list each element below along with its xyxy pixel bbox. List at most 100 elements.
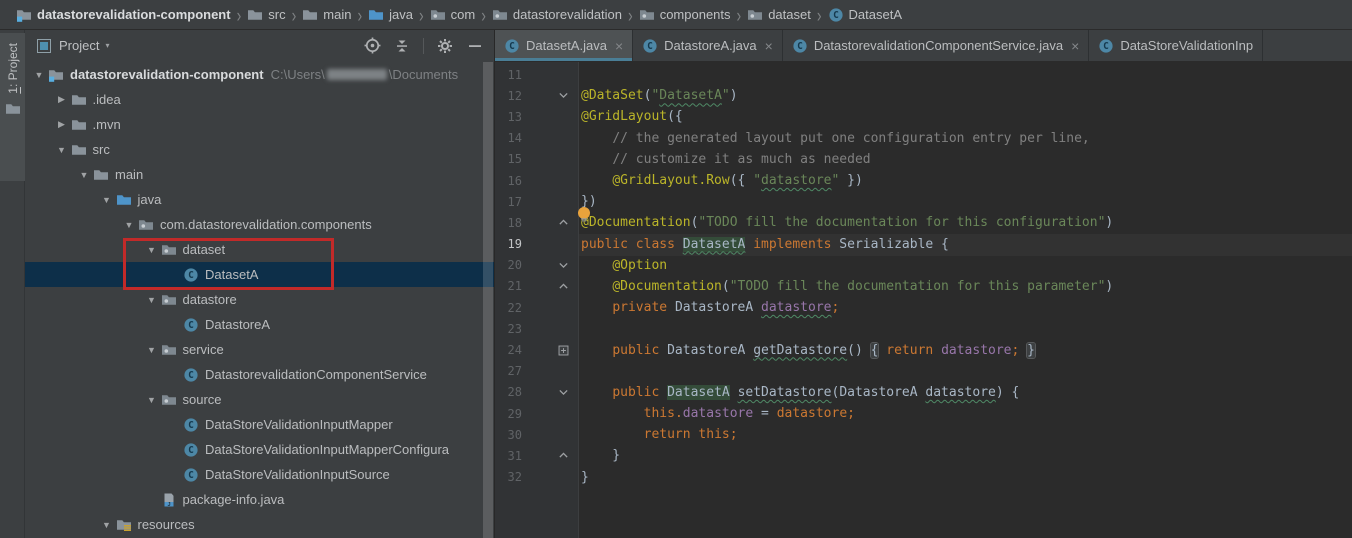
tree-item[interactable]: CDatastoreA (25, 312, 494, 337)
code-text: this.datastore = datastore; (577, 406, 855, 421)
expanded-arrow-icon[interactable]: ▼ (144, 245, 160, 255)
editor-tab-bar: CDatasetA.java×CDatastoreA.java×CDatasto… (495, 30, 1352, 62)
tree-item-label: src (93, 142, 110, 157)
svg-text:C: C (188, 470, 194, 481)
fold-marker-icon[interactable] (522, 449, 577, 462)
code-line: 29 this.datastore = datastore; (495, 403, 1352, 424)
package-icon (138, 217, 154, 233)
close-tab-icon[interactable]: × (615, 38, 623, 54)
expanded-arrow-icon[interactable]: ▼ (121, 220, 137, 230)
tree-item-label: DatasetA (205, 267, 258, 282)
tree-item[interactable]: ▼ src (25, 137, 494, 162)
breadcrumb-item[interactable]: src (247, 7, 285, 23)
breadcrumb-item[interactable]: datastorevalidation (492, 7, 622, 23)
tree-scrollbar[interactable] (483, 62, 493, 538)
line-number: 15 (495, 152, 522, 166)
collapse-all-icon[interactable] (393, 37, 411, 55)
folder-blue-icon (116, 192, 132, 208)
folder-icon (71, 142, 87, 158)
tree-item[interactable]: CDataStoreValidationInputMapperConfigura (25, 437, 494, 462)
collapsed-arrow-icon[interactable]: ▶ (54, 94, 70, 105)
tree-item[interactable]: ▶ .idea (25, 87, 494, 112)
tree-item[interactable]: Jpackage-info.java (25, 487, 494, 512)
fold-marker-icon[interactable] (522, 386, 577, 399)
close-tab-icon[interactable]: × (765, 38, 773, 54)
locate-file-icon[interactable] (363, 37, 381, 55)
expanded-arrow-icon[interactable]: ▼ (144, 295, 160, 305)
expanded-arrow-icon[interactable]: ▼ (144, 345, 160, 355)
code-line: 32} (495, 467, 1352, 488)
class-icon: C (183, 317, 199, 333)
close-tab-icon[interactable]: × (1071, 38, 1079, 54)
tree-item[interactable]: ▶.mvn (25, 112, 494, 137)
header-separator (423, 38, 424, 54)
expanded-arrow-icon[interactable]: ▼ (99, 195, 115, 205)
fold-marker-icon[interactable] (522, 89, 577, 102)
hide-panel-icon[interactable] (466, 37, 484, 55)
breadcrumb-separator: › (357, 3, 362, 25)
breadcrumb-item[interactable]: dataset (747, 7, 811, 23)
code-line: 18@Documentation("TODO fill the document… (495, 212, 1352, 233)
collapsed-arrow-icon[interactable]: ▶ (54, 119, 70, 130)
code-text: @Documentation("TODO fill the documentat… (577, 215, 1113, 230)
fold-marker-icon[interactable] (522, 216, 577, 229)
svg-text:C: C (509, 41, 515, 52)
tree-item-label: DatastorevalidationComponentService (205, 367, 427, 382)
tree-item[interactable]: ▼datastore (25, 287, 494, 312)
breadcrumb-item[interactable]: java (368, 7, 413, 23)
breadcrumb-separator: › (237, 3, 242, 25)
tree-item-label: .idea (93, 92, 121, 107)
chevron-down-icon[interactable]: ▾ (105, 41, 109, 50)
tree-item[interactable]: CDatasetA (25, 262, 494, 287)
tree-item[interactable]: CDatastorevalidationComponentService (25, 362, 494, 387)
tree-item[interactable]: ▼ java (25, 187, 494, 212)
editor-tab[interactable]: C DatastoreA.java × (633, 30, 783, 61)
svg-text:C: C (647, 41, 653, 52)
class-icon: C (642, 38, 658, 54)
tree-item[interactable]: ▼resources (25, 512, 494, 537)
project-tool-window-label: 1: Project (6, 43, 20, 94)
breadcrumb-item[interactable]: components (639, 7, 731, 23)
code-line: 19public class DatasetA implements Seria… (495, 234, 1352, 255)
tree-item[interactable]: ▼datastorevalidation-componentC:\Users\\… (25, 62, 494, 87)
folder-icon (71, 92, 87, 108)
project-tool-window-button[interactable]: 1: Project (0, 33, 25, 181)
tree-item[interactable]: CDataStoreValidationInputMapper (25, 412, 494, 437)
tree-item-label: java (138, 192, 162, 207)
breadcrumb-item[interactable]: CDatasetA (828, 7, 902, 23)
line-number: 29 (495, 407, 522, 421)
breadcrumb-item-label: java (389, 7, 413, 22)
tree-item[interactable]: ▼source (25, 387, 494, 412)
editor-tab[interactable]: CDataStoreValidationInp (1089, 30, 1263, 61)
tree-item[interactable]: CDataStoreValidationInputSource (25, 462, 494, 487)
intention-bulb-icon[interactable] (576, 206, 592, 223)
expanded-arrow-icon[interactable]: ▼ (54, 145, 70, 155)
tree-item[interactable]: ▼service (25, 337, 494, 362)
editor-tab-label: DatasetA.java (526, 38, 607, 53)
code-line: 14 // the generated layout put one confi… (495, 128, 1352, 149)
class-icon: C (183, 467, 199, 483)
expanded-arrow-icon[interactable]: ▼ (99, 520, 115, 530)
breadcrumb-item[interactable]: com (430, 7, 476, 23)
line-number: 21 (495, 279, 522, 293)
tree-item[interactable]: ▼main (25, 162, 494, 187)
code-text: @Option (577, 258, 667, 273)
code-editor[interactable]: 1112@DataSet("DatasetA")13@GridLayout({1… (495, 62, 1352, 538)
breadcrumb-item[interactable]: datastorevalidation-component (16, 7, 231, 23)
fold-marker-icon[interactable] (522, 259, 577, 272)
gear-icon[interactable] (436, 37, 454, 55)
expanded-arrow-icon[interactable]: ▼ (76, 170, 92, 180)
fold-marker-icon[interactable] (522, 344, 577, 357)
editor-tab[interactable]: C DatasetA.java × (495, 30, 633, 61)
editor-tab-label: DatastoreA.java (664, 38, 757, 53)
breadcrumb-item[interactable]: main (302, 7, 351, 23)
tree-item[interactable]: ▼dataset (25, 237, 494, 262)
fold-marker-icon[interactable] (522, 280, 577, 293)
line-number: 12 (495, 89, 522, 103)
expanded-arrow-icon[interactable]: ▼ (144, 395, 160, 405)
tree-item[interactable]: ▼com.datastorevalidation.components (25, 212, 494, 237)
class-icon: C (183, 417, 199, 433)
editor-tab[interactable]: CDatastorevalidationComponentService.jav… (783, 30, 1090, 61)
expanded-arrow-icon[interactable]: ▼ (31, 70, 47, 80)
breadcrumb-separator: › (481, 3, 486, 25)
